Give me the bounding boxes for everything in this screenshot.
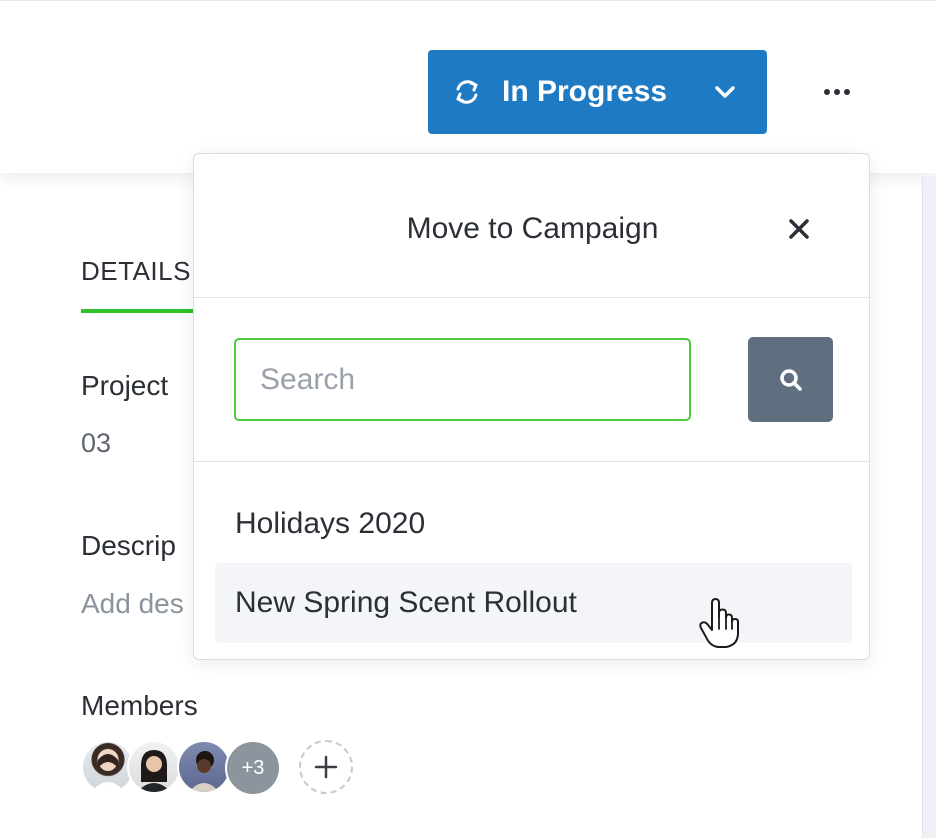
person-photo-icon xyxy=(189,751,219,792)
dropdown-divider xyxy=(194,297,869,298)
member-avatar[interactable] xyxy=(177,740,231,794)
members-label: Members xyxy=(81,690,198,721)
hand-pointer-cursor-icon xyxy=(699,598,739,648)
campaign-option-hovered[interactable]: New Spring Scent Rollout xyxy=(215,563,852,643)
description-label: Descrip xyxy=(81,530,176,561)
right-side-panel xyxy=(922,176,936,838)
tab-details[interactable]: DETAILS xyxy=(81,256,191,287)
campaign-option-label: Holidays 2020 xyxy=(235,507,426,540)
campaign-option-label: New Spring Scent Rollout xyxy=(235,586,577,619)
project-value: 03 xyxy=(81,428,112,458)
search-icon xyxy=(780,369,802,391)
more-horizontal-icon[interactable] xyxy=(822,83,856,101)
campaign-search-input[interactable] xyxy=(234,338,691,421)
members-avatars: +3 xyxy=(81,740,371,796)
person-photo-icon xyxy=(137,750,171,792)
status-dropdown-button[interactable]: In Progress xyxy=(428,50,767,134)
dropdown-divider xyxy=(194,461,869,462)
header-bar: In Progress xyxy=(0,0,936,173)
description-placeholder[interactable]: Add des xyxy=(81,588,184,620)
members-more-badge[interactable]: +3 xyxy=(225,740,281,796)
chevron-down-icon xyxy=(715,86,735,98)
search-button[interactable] xyxy=(748,337,833,422)
dropdown-title: Move to Campaign xyxy=(406,212,659,245)
status-label: In Progress xyxy=(502,75,668,108)
plus-icon xyxy=(314,755,338,779)
member-avatar[interactable] xyxy=(127,740,181,794)
move-to-campaign-dropdown: Move to Campaign Holidays 2020 New Sprin… xyxy=(193,153,870,660)
add-member-button[interactable] xyxy=(299,740,353,794)
campaign-option[interactable]: Holidays 2020 xyxy=(215,484,852,564)
close-icon[interactable] xyxy=(784,214,814,244)
project-label: Project xyxy=(81,370,169,401)
person-photo-icon xyxy=(91,753,125,792)
sync-icon xyxy=(456,80,478,104)
